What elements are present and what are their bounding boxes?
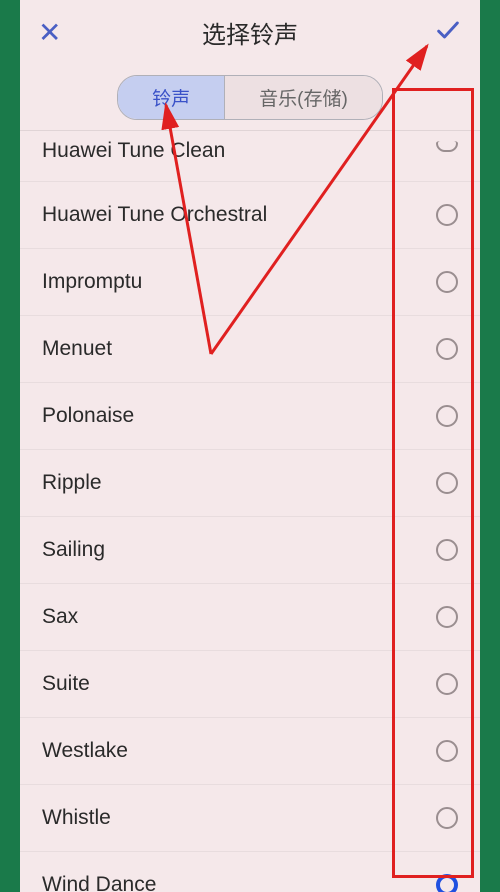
close-icon[interactable]: ✕ bbox=[38, 16, 61, 49]
ringtone-item[interactable]: Whistle bbox=[20, 785, 480, 852]
ringtone-item[interactable]: Westlake bbox=[20, 718, 480, 785]
ringtone-label: Ripple bbox=[42, 471, 102, 495]
ringtone-item[interactable]: Polonaise bbox=[20, 383, 480, 450]
ringtone-item[interactable]: Sax bbox=[20, 584, 480, 651]
radio-button[interactable] bbox=[436, 740, 458, 762]
ringtone-label: Huawei Tune Clean bbox=[42, 139, 225, 163]
tabs-container: 铃声 音乐(存储) bbox=[20, 61, 480, 131]
radio-button[interactable] bbox=[436, 338, 458, 360]
radio-button[interactable] bbox=[436, 807, 458, 829]
ringtone-item[interactable]: Impromptu bbox=[20, 249, 480, 316]
ringtone-item[interactable]: Huawei Tune Clean bbox=[20, 131, 480, 182]
tab-group: 铃声 音乐(存储) bbox=[117, 75, 383, 120]
ringtone-label: Westlake bbox=[42, 739, 128, 763]
radio-button[interactable] bbox=[436, 606, 458, 628]
tab-ringtone[interactable]: 铃声 bbox=[118, 76, 224, 119]
ringtone-label: Polonaise bbox=[42, 404, 134, 428]
phone-screen: ✕ 选择铃声 铃声 音乐(存储) Huawei Tune CleanHuawei… bbox=[20, 0, 480, 892]
ringtone-label: Sailing bbox=[42, 538, 105, 562]
ringtone-item[interactable]: Menuet bbox=[20, 316, 480, 383]
page-title: 选择铃声 bbox=[202, 15, 298, 50]
ringtone-item[interactable]: Sailing bbox=[20, 517, 480, 584]
radio-button[interactable] bbox=[436, 874, 458, 892]
ringtone-label: Sax bbox=[42, 605, 78, 629]
radio-button[interactable] bbox=[436, 539, 458, 561]
ringtone-label: Huawei Tune Orchestral bbox=[42, 203, 267, 227]
tab-music-storage[interactable]: 音乐(存储) bbox=[224, 76, 382, 119]
header-bar: ✕ 选择铃声 bbox=[20, 0, 480, 61]
ringtone-label: Suite bbox=[42, 672, 90, 696]
ringtone-item[interactable]: Ripple bbox=[20, 450, 480, 517]
ringtone-item[interactable]: Suite bbox=[20, 651, 480, 718]
radio-button[interactable] bbox=[436, 204, 458, 226]
radio-button[interactable] bbox=[436, 472, 458, 494]
ringtone-label: Whistle bbox=[42, 806, 111, 830]
ringtone-item[interactable]: Huawei Tune Orchestral bbox=[20, 182, 480, 249]
ringtone-label: Impromptu bbox=[42, 270, 142, 294]
radio-button[interactable] bbox=[436, 673, 458, 695]
radio-button[interactable] bbox=[436, 405, 458, 427]
radio-button[interactable] bbox=[436, 271, 458, 293]
ringtone-item[interactable]: Wind Dance bbox=[20, 852, 480, 892]
ringtone-label: Menuet bbox=[42, 337, 112, 361]
ringtone-list[interactable]: Huawei Tune Clean Huawei Tune Orchestral I… bbox=[20, 131, 480, 892]
ringtone-label: Wind Dance bbox=[42, 873, 156, 892]
radio-button[interactable] bbox=[436, 141, 458, 152]
confirm-icon[interactable] bbox=[434, 16, 462, 49]
